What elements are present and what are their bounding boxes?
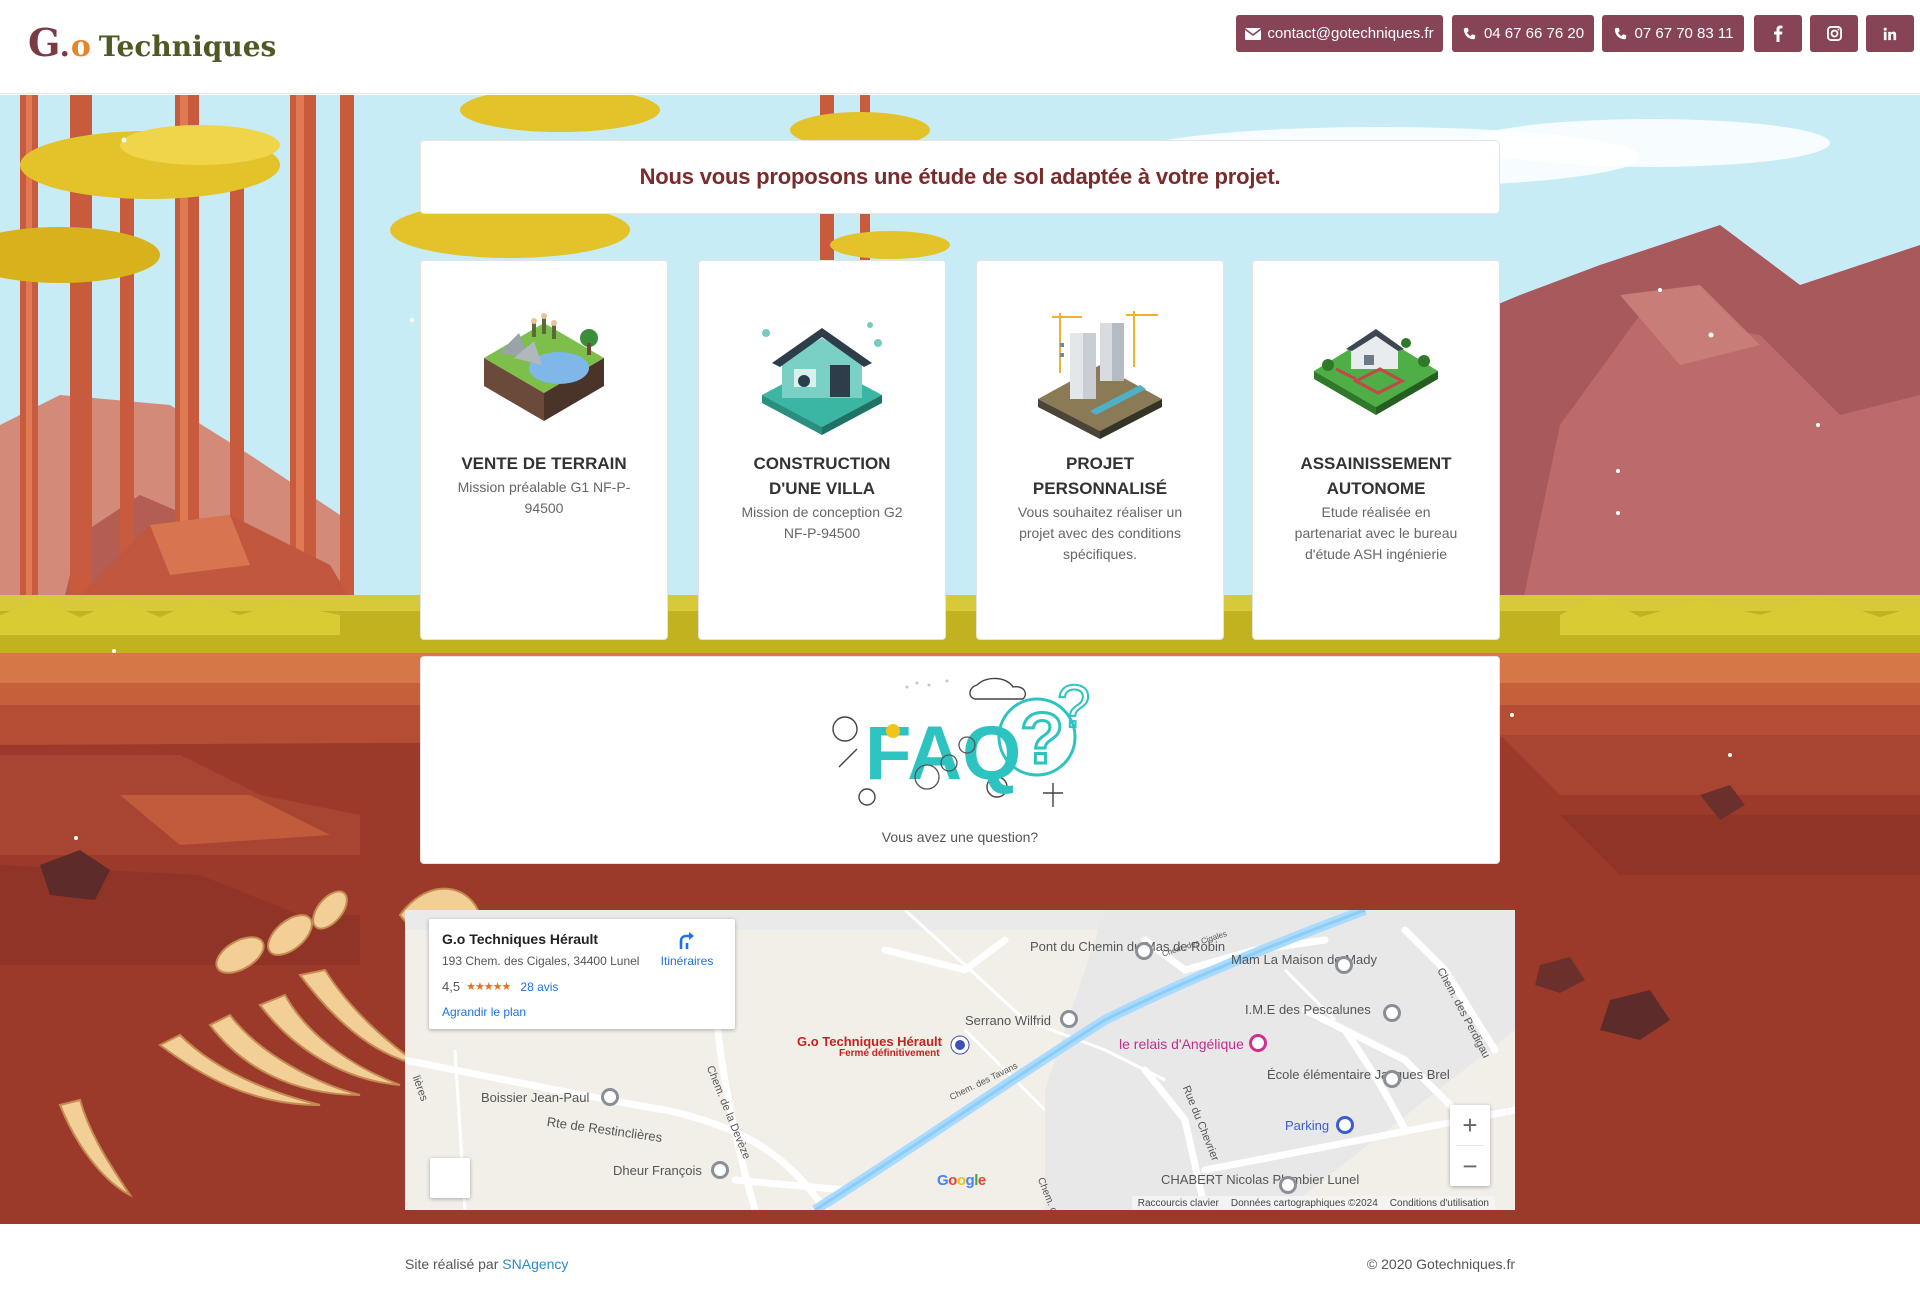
map-poi-icon <box>601 1088 619 1106</box>
site-logo[interactable]: G . o Techniques <box>28 20 277 65</box>
headline-title: Nous vous proposons une étude de sol ada… <box>639 164 1281 189</box>
directions-icon <box>651 931 723 954</box>
map-label-dheur: Dheur François <box>613 1163 702 1178</box>
phone-label-1: 04 67 66 76 20 <box>1483 25 1585 42</box>
faq-letters-art: FAQ <box>865 711 1021 796</box>
directions-label: Itinéraires <box>660 954 714 968</box>
card-assainissement-autonome[interactable]: ASSAINISSEMENT AUTONOME Etude réalisée e… <box>1252 260 1500 640</box>
instagram-button[interactable] <box>1810 15 1858 52</box>
email-label: contact@gotechniques.fr <box>1267 25 1434 42</box>
card-title: CONSTRUCTION D'UNE VILLA <box>753 454 891 498</box>
keyboard-shortcuts-link[interactable]: Raccourcis clavier <box>1138 1198 1219 1209</box>
card-title: PROJET PERSONNALISÉ <box>1032 454 1168 498</box>
rating-value: 4,5 <box>442 979 461 994</box>
linkedin-icon <box>1882 26 1898 42</box>
faq-caption: Vous avez une question? <box>881 829 1039 845</box>
footer-credit-prefix: Site réalisé par <box>405 1256 503 1272</box>
map-label-ecole: École élémentaire Jacques Brel <box>1267 1067 1450 1082</box>
phone-icon <box>1613 26 1629 42</box>
place-rating: 4,5 ★★★★★ 28 avis <box>442 979 558 994</box>
parking-icon <box>1336 1116 1354 1134</box>
villa-illustration <box>762 322 882 435</box>
logo-letter-o: o <box>70 29 91 64</box>
site-footer: Site réalisé par SNAgency © 2020 Gotechn… <box>0 1224 1920 1306</box>
site-header: G . o Techniques contact@gotechniques.fr… <box>0 0 1920 94</box>
map-label-chabert: CHABERT Nicolas Plombier Lunel <box>1161 1172 1360 1187</box>
map-label-serrano: Serrano Wilfrid <box>965 1013 1051 1028</box>
footer-credit: Site réalisé par SNAgency <box>405 1256 568 1272</box>
place-address: 193 Chem. des Cigales, 34400 Lunel <box>442 954 640 968</box>
google-logo: Google <box>937 1172 986 1189</box>
map-poi-icon <box>1335 956 1353 974</box>
map-attribution: Raccourcis clavier Données cartographiqu… <box>1131 1196 1495 1210</box>
card-description: Vous souhaitez réaliser un projet avec d… <box>1017 504 1183 562</box>
reviews-link[interactable]: 28 avis <box>520 980 558 994</box>
instagram-icon <box>1826 26 1842 42</box>
map-poi-icon <box>1383 1004 1401 1022</box>
marker-place-status: Fermé définitivement <box>839 1048 940 1059</box>
phone-label-2: 07 67 70 83 11 <box>1634 25 1734 42</box>
map-poi-icon <box>1060 1010 1078 1028</box>
map-fullscreen-button[interactable] <box>430 1158 470 1198</box>
faq-illustration: FAQ ? ? <box>832 672 1091 807</box>
email-button[interactable]: contact@gotechniques.fr <box>1236 15 1443 52</box>
logo-name: Techniques <box>98 30 277 63</box>
agency-link[interactable]: SNAgency <box>502 1256 568 1272</box>
linkedin-button[interactable] <box>1866 15 1914 52</box>
faq-card[interactable]: FAQ ? ? Vous avez une question? <box>420 656 1500 864</box>
map-poi-icon <box>1135 942 1153 960</box>
enlarge-map-link[interactable]: Agrandir le plan <box>442 1005 526 1019</box>
map-poi-icon <box>711 1161 729 1179</box>
card-description: Mission de conception G2 NF-P-94500 <box>741 504 903 541</box>
card-construction-villa[interactable]: CONSTRUCTION D'UNE VILLA Mission de conc… <box>698 260 946 640</box>
map-poi-icon <box>1383 1070 1401 1088</box>
map-label-ime: I.M.E des Pescalunes <box>1245 1002 1371 1017</box>
map-zoom-control: + − <box>1450 1105 1490 1186</box>
card-title: VENTE DE TERRAIN <box>461 454 627 473</box>
projet-illustration <box>1038 311 1162 439</box>
logo-letter-g: G <box>28 20 60 65</box>
map-data-label: Données cartographiques ©2024 <box>1230 1197 1378 1209</box>
assainissement-illustration <box>1314 329 1438 415</box>
map-poi-icon <box>1279 1176 1297 1194</box>
card-description: Etude réalisée en partenariat avec le bu… <box>1294 504 1458 562</box>
headline-banner: Nous vous proposons une étude de sol ada… <box>420 140 1500 214</box>
google-map[interactable]: Pont du Chemin du Mas de Robin Mam La Ma… <box>405 910 1515 1210</box>
terms-link[interactable]: Conditions d'utilisation <box>1390 1198 1489 1209</box>
hotel-pin-icon <box>1249 1034 1267 1052</box>
facebook-button[interactable] <box>1754 15 1802 52</box>
phone-button-1[interactable]: 04 67 66 76 20 <box>1452 15 1594 52</box>
card-vente-terrain[interactable]: VENTE DE TERRAIN Mission préalable G1 NF… <box>420 260 668 640</box>
footer-copyright: © 2020 Gotechniques.fr <box>1366 1256 1515 1272</box>
envelope-icon <box>1245 26 1262 42</box>
map-label-boissier: Boissier Jean-Paul <box>481 1090 590 1105</box>
map-label-relais: le relais d'Angélique <box>1119 1036 1244 1052</box>
card-description: Mission préalable G1 NF-P-94500 <box>457 479 631 516</box>
logo-dot: . <box>59 29 70 64</box>
terrain-illustration <box>484 313 604 421</box>
phone-button-2[interactable]: 07 67 70 83 11 <box>1602 15 1744 52</box>
phone-icon <box>1462 26 1478 42</box>
map-label-mam: Mam La Maison de Mady <box>1231 952 1377 967</box>
rating-stars-icon: ★★★★★ <box>466 981 511 993</box>
zoom-in-button[interactable]: + <box>1450 1105 1490 1145</box>
zoom-out-button[interactable]: − <box>1450 1146 1490 1186</box>
facebook-icon <box>1770 25 1786 42</box>
map-info-box: G.o Techniques Hérault 193 Chem. des Cig… <box>429 919 735 1029</box>
card-title: ASSAINISSEMENT AUTONOME <box>1300 454 1452 498</box>
card-projet-personnalise[interactable]: PROJET PERSONNALISÉ Vous souhaitez réali… <box>976 260 1224 640</box>
place-name: G.o Techniques Hérault <box>442 931 599 947</box>
directions-button[interactable]: Itinéraires <box>651 931 723 968</box>
svg-text:?: ? <box>1057 673 1090 740</box>
marker-place-name[interactable]: G.o Techniques Hérault <box>797 1034 942 1049</box>
map-label-parking: Parking <box>1285 1118 1330 1133</box>
